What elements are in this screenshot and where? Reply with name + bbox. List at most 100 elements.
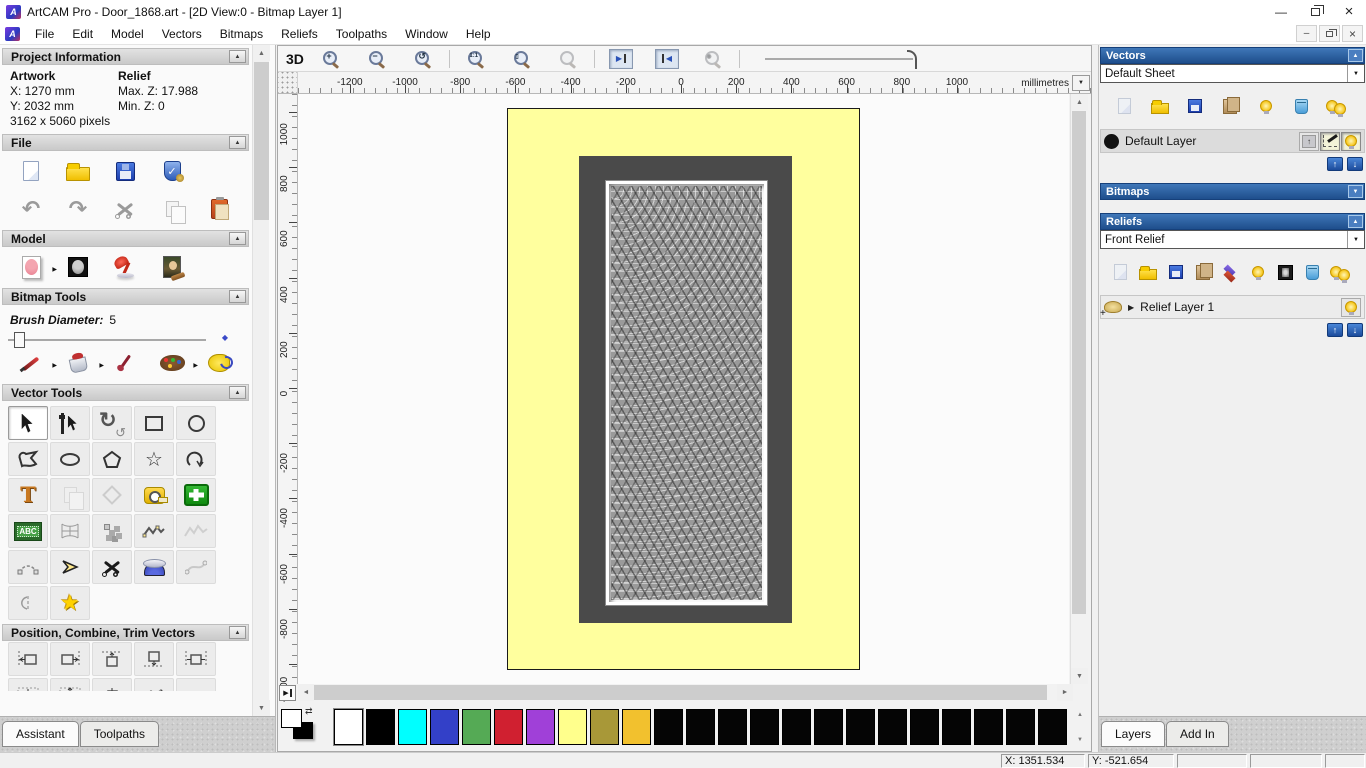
swap-colors-icon[interactable]: ⇄ xyxy=(305,706,313,717)
envelope-distort-icon[interactable] xyxy=(50,514,90,548)
sheet-select[interactable]: Default Sheet ▼ xyxy=(1100,64,1365,83)
vector-layer-color[interactable] xyxy=(1104,134,1119,149)
edit-layer-icon[interactable] xyxy=(1320,132,1340,151)
view-icon[interactable]: ◉ xyxy=(694,43,732,75)
scroll-left-icon[interactable]: ◄ xyxy=(298,684,314,701)
undo-icon[interactable]: ↶ xyxy=(12,193,50,225)
flood-fill-icon[interactable]: ▶ xyxy=(59,347,97,379)
save-relief-icon[interactable] xyxy=(1162,256,1189,288)
collapse-up-icon[interactable]: ▲ xyxy=(1348,49,1363,62)
scrollbar-thumb[interactable] xyxy=(254,62,269,220)
create-polygon-icon[interactable] xyxy=(92,442,132,476)
align-middle-icon[interactable] xyxy=(92,678,132,691)
scroll-up-icon[interactable]: ▲ xyxy=(253,45,270,61)
greyscale-relief-icon[interactable] xyxy=(1272,256,1299,288)
menu-toolpaths[interactable]: Toolpaths xyxy=(327,23,396,45)
trim-vectors-icon[interactable] xyxy=(92,550,132,584)
snap-out-icon[interactable]: ◀ xyxy=(648,43,686,75)
align-bottom-icon[interactable] xyxy=(134,642,174,676)
paste-vectors-icon[interactable] xyxy=(50,478,90,512)
collapse-up-icon[interactable]: ▲ xyxy=(229,290,246,303)
select-icon[interactable] xyxy=(8,406,48,440)
create-text-icon[interactable]: T xyxy=(8,478,48,512)
open-relief-icon[interactable] xyxy=(1134,256,1161,288)
position-combine-trim-header[interactable]: Position, Combine, Trim Vectors ▲ xyxy=(2,624,249,641)
collapse-up-icon[interactable]: ▲ xyxy=(229,50,246,63)
create-polyline-icon[interactable] xyxy=(8,442,48,476)
all-sheets-visible-icon[interactable] xyxy=(1319,90,1354,122)
create-circle-icon[interactable] xyxy=(176,406,216,440)
relief-select[interactable]: Front Relief ▼ xyxy=(1100,230,1365,249)
text-on-curve-icon[interactable]: ABC xyxy=(8,514,48,548)
zoom-out-icon[interactable]: − xyxy=(358,43,396,75)
new-model-icon[interactable] xyxy=(12,155,50,187)
scroll-right-icon[interactable]: ► xyxy=(1057,684,1073,701)
menu-window[interactable]: Window xyxy=(396,23,457,45)
primary-color-swatch[interactable] xyxy=(281,709,302,728)
create-rectangle-icon[interactable] xyxy=(134,406,174,440)
merge-layer-icon[interactable]: ↑ xyxy=(1299,132,1319,151)
create-star-icon[interactable]: ☆ xyxy=(134,442,174,476)
assistant-scrollbar[interactable]: ▲ ▼ xyxy=(252,45,269,716)
zoom-box-icon[interactable]: ▯ xyxy=(503,43,541,75)
fit-arcs-icon[interactable] xyxy=(8,550,48,584)
project-information-header[interactable]: Project Information ▲ xyxy=(2,48,249,65)
menu-file[interactable]: File xyxy=(26,23,63,45)
palette-swatch[interactable] xyxy=(1038,709,1067,745)
collapse-up-icon[interactable]: ▲ xyxy=(229,386,246,399)
scatter-vectors-icon[interactable] xyxy=(134,678,174,691)
relief-layer-row[interactable]: ▶ Relief Layer 1 xyxy=(1100,295,1365,319)
relief-layer-name[interactable]: Relief Layer 1 xyxy=(1140,300,1214,314)
restore-button[interactable] xyxy=(1298,0,1332,23)
artwork-sheet[interactable] xyxy=(507,108,860,670)
menu-vectors[interactable]: Vectors xyxy=(153,23,211,45)
menu-edit[interactable]: Edit xyxy=(63,23,102,45)
new-relief-icon[interactable] xyxy=(1107,256,1134,288)
create-ellipse-icon[interactable] xyxy=(50,442,90,476)
snap-in-icon[interactable]: ▶ xyxy=(602,43,640,75)
move-layer-down-icon[interactable]: ↓ xyxy=(1347,157,1363,171)
palette-swatch[interactable] xyxy=(526,709,555,745)
save-model-icon[interactable] xyxy=(106,155,144,187)
menu-model[interactable]: Model xyxy=(102,23,153,45)
model-options-icon[interactable]: ✓ xyxy=(153,155,191,187)
magic-wand-icon[interactable] xyxy=(200,347,238,379)
align-top-icon[interactable] xyxy=(92,642,132,676)
palette-swatch[interactable] xyxy=(558,709,587,745)
expand-icon[interactable]: ▶ xyxy=(1128,303,1134,312)
smooth-polyline-icon[interactable] xyxy=(176,550,216,584)
palette-swatch[interactable] xyxy=(622,709,651,745)
align-right-icon[interactable] xyxy=(50,642,90,676)
tab-assistant[interactable]: Assistant xyxy=(2,721,79,747)
collapse-down-icon[interactable]: ▼ xyxy=(1348,185,1363,198)
align-left-icon[interactable] xyxy=(8,642,48,676)
open-vectors-icon[interactable] xyxy=(1142,90,1177,122)
wrap-vectors-icon[interactable]: ★ xyxy=(50,586,90,620)
palette-swatch[interactable] xyxy=(494,709,523,745)
zoom-previous-icon[interactable]: ↺ xyxy=(404,43,442,75)
align-contour-icon[interactable] xyxy=(50,678,90,691)
palette-swatch[interactable] xyxy=(462,709,491,745)
vector-tools-header[interactable]: Vector Tools ▲ xyxy=(2,384,249,401)
palette-swatch[interactable] xyxy=(590,709,619,745)
palette-icon[interactable]: ▶ xyxy=(153,347,191,379)
tab-toolpaths[interactable]: Toolpaths xyxy=(80,721,159,747)
reduce-points-icon[interactable] xyxy=(176,514,216,548)
canvas-horizontal-scrollbar[interactable]: ◄ ► xyxy=(298,684,1073,701)
model-section-header[interactable]: Model ▲ xyxy=(2,230,249,247)
palette-scroll-up-icon[interactable]: ▲ xyxy=(1073,708,1087,722)
palette-swatch[interactable] xyxy=(398,709,427,745)
vectors-panel-header[interactable]: Vectors ▲ xyxy=(1100,47,1365,64)
mirror-vectors-icon[interactable] xyxy=(8,586,48,620)
paste-along-curve-icon[interactable] xyxy=(92,514,132,548)
lighting-icon[interactable] xyxy=(106,251,144,283)
transform-icon[interactable] xyxy=(92,406,132,440)
align-center-icon[interactable] xyxy=(8,678,48,691)
sheet-visible-icon[interactable] xyxy=(1248,90,1283,122)
colour-picker-icon[interactable] xyxy=(106,347,144,379)
extrude-icon[interactable] xyxy=(134,550,174,584)
palette-swatch[interactable] xyxy=(974,709,1003,745)
cut-icon[interactable] xyxy=(106,193,144,225)
palette-swatch[interactable] xyxy=(878,709,907,745)
collapse-up-icon[interactable]: ▲ xyxy=(1348,215,1363,228)
